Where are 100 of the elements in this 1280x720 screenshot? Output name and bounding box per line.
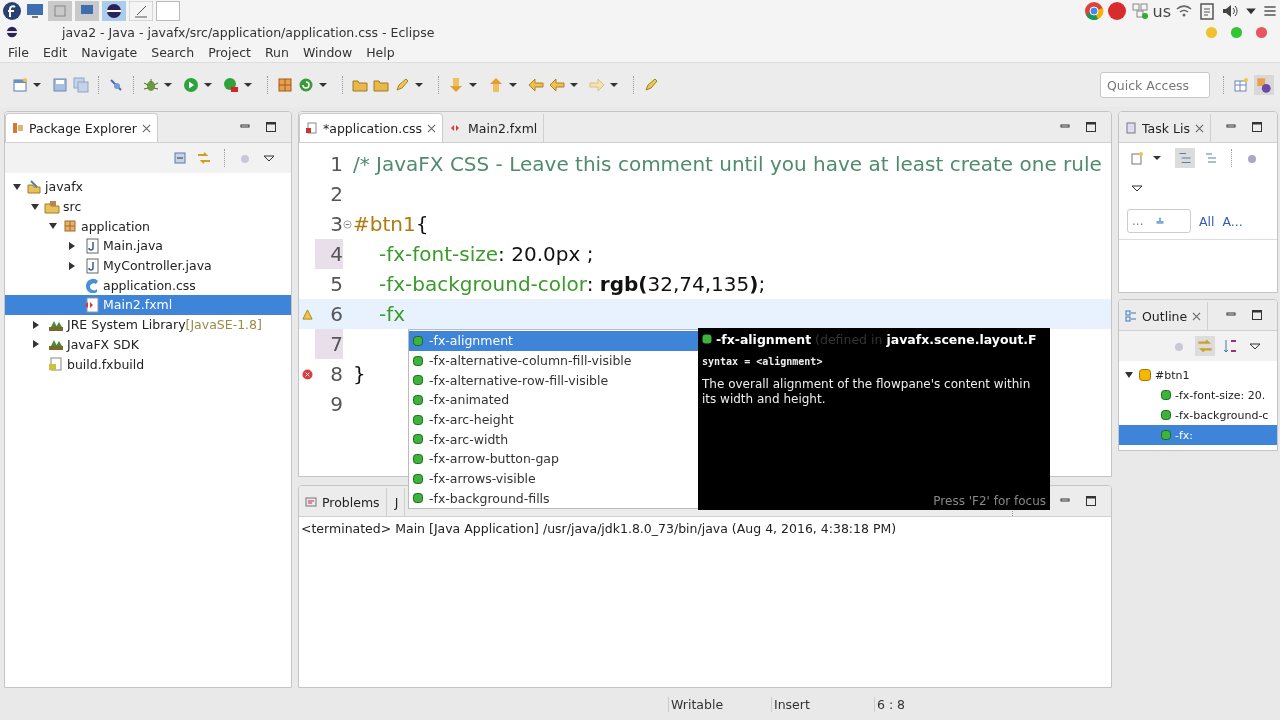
menu-item[interactable]: Project: [202, 44, 259, 60]
menu-item[interactable]: Navigate: [75, 44, 146, 60]
pin-icon[interactable]: [108, 77, 124, 93]
filter-link[interactable]: All: [1199, 213, 1215, 229]
java-perspective-icon[interactable]: [1254, 75, 1274, 95]
completion-item[interactable]: -fx-alternative-row-fill-visible: [409, 370, 699, 391]
network-icon[interactable]: [1129, 1, 1150, 21]
dropdown-caret-icon[interactable]: [319, 81, 327, 89]
tree-item[interactable]: JavaFX SDK: [5, 334, 291, 355]
dropdown-caret-icon[interactable]: [509, 81, 517, 89]
clipboard-icon[interactable]: [1197, 1, 1217, 21]
bug-icon[interactable]: [143, 77, 159, 93]
line-number: 2: [329, 181, 343, 208]
tab-label: *application.css: [323, 120, 423, 136]
property-icon: [413, 473, 423, 484]
fedora-icon[interactable]: [2, 1, 22, 21]
outline-item[interactable]: -fx-font-size: 20.: [1119, 385, 1277, 405]
tree-item[interactable]: JRE System Library[JavaSE-1.8]: [5, 314, 291, 335]
completion-item[interactable]: -fx-arrows-visible: [409, 468, 699, 489]
tree-item[interactable]: application.css: [5, 275, 291, 296]
package-icon: [12, 122, 24, 134]
dropdown-caret-icon[interactable]: [415, 81, 423, 89]
tree-item[interactable]: MyController.java: [5, 255, 291, 276]
pencil-icon[interactable]: [394, 77, 410, 93]
run-icon[interactable]: [183, 77, 199, 93]
eclipse-icon[interactable]: [102, 1, 126, 21]
dropdown-caret-icon[interactable]: [570, 81, 578, 89]
outline-item[interactable]: -fx:: [1119, 425, 1277, 445]
dropdown-caret-icon[interactable]: [1153, 154, 1161, 162]
code-line: -fx-background-color: rgb(32,74,135);: [379, 272, 766, 296]
maximize-icon[interactable]: [265, 121, 277, 133]
completion-item[interactable]: -fx-alignment: [409, 331, 699, 351]
quick-access-field[interactable]: Quick Access: [1100, 72, 1210, 98]
menu-item[interactable]: Window: [296, 44, 361, 60]
monitor-icon[interactable]: [25, 1, 45, 21]
tree-item[interactable]: Main.java: [5, 236, 291, 256]
collapse-all-icon[interactable]: [172, 150, 188, 166]
run-tool-icon[interactable]: [223, 77, 239, 93]
maximize-icon[interactable]: [1085, 121, 1097, 133]
menu-icon[interactable]: [1262, 3, 1278, 19]
sort-icon[interactable]: [1223, 338, 1239, 354]
folder-icon[interactable]: [352, 77, 368, 93]
code-line: }: [353, 362, 366, 386]
close-icon[interactable]: [141, 123, 151, 133]
left-arrow-icon[interactable]: [549, 77, 565, 93]
tree-item[interactable]: Main2.fxml: [5, 295, 291, 315]
editor-tab[interactable]: *application.css: [299, 113, 444, 142]
close-button[interactable]: [1255, 25, 1268, 39]
completion-item[interactable]: -fx-arc-height: [409, 409, 699, 430]
code-line: /* JavaFX CSS - Leave this comment until you have at least create one rule: [353, 152, 1102, 176]
project-icon: [26, 178, 42, 195]
find-field[interactable]: ...: [1127, 209, 1191, 233]
outline-item[interactable]: -fx-background-c: [1119, 405, 1277, 425]
dropdown-caret-icon[interactable]: [610, 81, 618, 89]
outline-item[interactable]: #btn1: [1119, 365, 1277, 385]
completion-item[interactable]: -fx-alternative-column-fill-visible: [409, 350, 699, 371]
tree-item[interactable]: application: [5, 216, 291, 237]
dropdown-caret-icon[interactable]: [33, 81, 41, 89]
package-icon: [62, 218, 78, 235]
completion-item[interactable]: -fx-animated: [409, 390, 699, 410]
back-arrow-icon[interactable]: [528, 77, 544, 93]
maximize-icon[interactable]: [1085, 495, 1097, 507]
keyboard-layout[interactable]: us: [1152, 1, 1171, 21]
completion-item[interactable]: -fx-arrow-button-gap: [409, 449, 699, 469]
property-icon: [413, 434, 423, 445]
menu-item[interactable]: File: [2, 44, 37, 60]
categorized-icon[interactable]: [1175, 148, 1195, 168]
folder-icon[interactable]: [373, 77, 389, 93]
maximize-icon[interactable]: [1251, 309, 1263, 321]
class-name: javafx.scene.layout.F: [886, 331, 1037, 347]
maximize-icon[interactable]: [1251, 121, 1263, 133]
view-tab[interactable]: Package Explorer: [5, 113, 158, 142]
status-field: 6 : 8: [874, 696, 977, 712]
completion-item[interactable]: -fx-background-fills: [409, 488, 699, 509]
grid-icon[interactable]: [277, 77, 293, 93]
fold-icon[interactable]: [343, 219, 352, 229]
tree-item[interactable]: build.fxbuild: [5, 354, 291, 374]
menu-item[interactable]: Edit: [36, 44, 76, 60]
perspective-icon[interactable]: [1233, 77, 1249, 93]
menu-item[interactable]: Search: [145, 44, 203, 60]
save-icon[interactable]: [52, 77, 68, 93]
tree-item[interactable]: javafx: [5, 177, 291, 197]
close-icon[interactable]: [427, 123, 437, 133]
record-icon[interactable]: [1106, 1, 1127, 21]
dropdown-caret-icon[interactable]: [469, 81, 477, 89]
menu-item[interactable]: Run: [258, 44, 297, 60]
dropdown-caret-icon[interactable]: [204, 81, 212, 89]
tree-item[interactable]: src: [5, 196, 291, 217]
filter-link[interactable]: A...: [1222, 213, 1243, 229]
line-number: 8: [329, 361, 343, 388]
menu-item[interactable]: Help: [360, 44, 403, 60]
refresh-icon[interactable]: [298, 77, 314, 93]
close-icon[interactable]: [1194, 123, 1204, 133]
new-file-icon[interactable]: [12, 77, 28, 93]
completion-item[interactable]: -fx-arc-width: [409, 429, 699, 450]
brush-icon[interactable]: [643, 77, 659, 93]
chrome-icon[interactable]: [1083, 1, 1104, 21]
dropdown-caret-icon[interactable]: [164, 81, 172, 89]
close-icon[interactable]: [1192, 311, 1202, 321]
dropdown-caret-icon[interactable]: [244, 81, 252, 89]
